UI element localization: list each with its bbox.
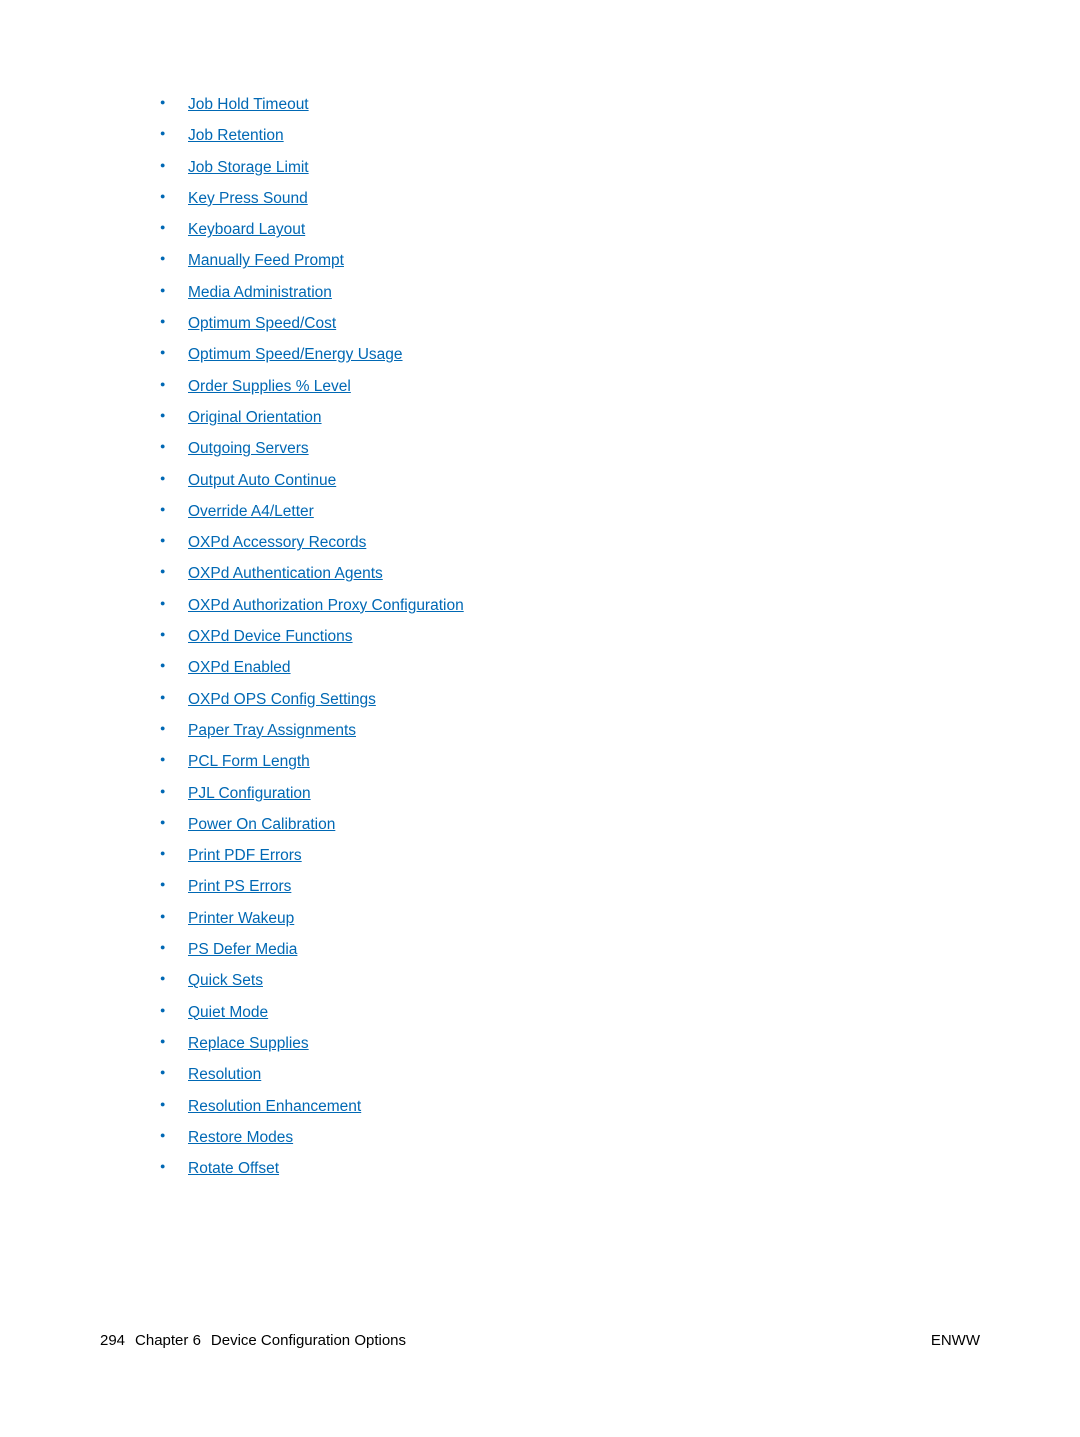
list-item: Keyboard Layout xyxy=(160,220,980,241)
list-item: OXPd Accessory Records xyxy=(160,533,980,554)
config-option-link[interactable]: Output Auto Continue xyxy=(188,472,336,489)
list-item: OXPd Authentication Agents xyxy=(160,564,980,585)
list-item: Job Retention xyxy=(160,126,980,147)
config-option-link[interactable]: Optimum Speed/Cost xyxy=(188,315,336,332)
list-item: Manually Feed Prompt xyxy=(160,251,980,272)
list-item: Restore Modes xyxy=(160,1128,980,1149)
page-number: 294 xyxy=(100,1332,125,1349)
config-option-link[interactable]: Restore Modes xyxy=(188,1129,293,1146)
list-item: Job Hold Timeout xyxy=(160,95,980,116)
list-item: OXPd OPS Config Settings xyxy=(160,690,980,711)
config-option-link[interactable]: Order Supplies % Level xyxy=(188,378,351,395)
config-option-link[interactable]: Override A4/Letter xyxy=(188,503,314,520)
chapter-title: Device Configuration Options xyxy=(211,1332,406,1349)
list-item: Optimum Speed/Cost xyxy=(160,314,980,335)
config-option-link[interactable]: Optimum Speed/Energy Usage xyxy=(188,346,403,363)
list-item: Replace Supplies xyxy=(160,1034,980,1055)
list-item: Resolution xyxy=(160,1065,980,1086)
config-option-link[interactable]: Print PS Errors xyxy=(188,878,291,895)
list-item: Paper Tray Assignments xyxy=(160,721,980,742)
list-item: Rotate Offset xyxy=(160,1159,980,1180)
config-option-link[interactable]: Outgoing Servers xyxy=(188,440,309,457)
config-option-link[interactable]: OXPd Accessory Records xyxy=(188,534,366,551)
config-option-link[interactable]: Key Press Sound xyxy=(188,190,308,207)
list-item: Power On Calibration xyxy=(160,815,980,836)
list-item: Print PDF Errors xyxy=(160,846,980,867)
config-option-link[interactable]: Keyboard Layout xyxy=(188,221,305,238)
config-option-link[interactable]: Manually Feed Prompt xyxy=(188,252,344,269)
list-item: Media Administration xyxy=(160,283,980,304)
config-option-link[interactable]: OXPd Authentication Agents xyxy=(188,565,383,582)
list-item: OXPd Enabled xyxy=(160,658,980,679)
config-option-link[interactable]: Resolution Enhancement xyxy=(188,1098,361,1115)
config-option-link[interactable]: Power On Calibration xyxy=(188,816,335,833)
footer-left: 294 Chapter 6 Device Configuration Optio… xyxy=(100,1332,406,1349)
list-item: PJL Configuration xyxy=(160,784,980,805)
list-item: Print PS Errors xyxy=(160,877,980,898)
list-item: OXPd Authorization Proxy Configuration xyxy=(160,596,980,617)
config-option-link[interactable]: Job Hold Timeout xyxy=(188,96,309,113)
config-option-link[interactable]: Print PDF Errors xyxy=(188,847,302,864)
config-option-link[interactable]: Paper Tray Assignments xyxy=(188,722,356,739)
config-option-link[interactable]: PJL Configuration xyxy=(188,785,311,802)
page-footer: 294 Chapter 6 Device Configuration Optio… xyxy=(100,1332,980,1349)
config-option-link[interactable]: Quiet Mode xyxy=(188,1004,268,1021)
list-item: Order Supplies % Level xyxy=(160,377,980,398)
config-option-link[interactable]: Rotate Offset xyxy=(188,1160,279,1177)
list-item: Quick Sets xyxy=(160,971,980,992)
list-item: Key Press Sound xyxy=(160,189,980,210)
config-option-link[interactable]: Quick Sets xyxy=(188,972,263,989)
footer-right: ENWW xyxy=(931,1332,980,1349)
config-option-link[interactable]: Job Retention xyxy=(188,127,284,144)
chapter-label: Chapter 6 xyxy=(135,1332,201,1349)
config-option-link[interactable]: Original Orientation xyxy=(188,409,322,426)
list-item: OXPd Device Functions xyxy=(160,627,980,648)
config-option-link[interactable]: PS Defer Media xyxy=(188,941,297,958)
config-option-link[interactable]: OXPd Authorization Proxy Configuration xyxy=(188,597,464,614)
list-item: Output Auto Continue xyxy=(160,471,980,492)
config-option-link[interactable]: OXPd Enabled xyxy=(188,659,291,676)
list-item: Job Storage Limit xyxy=(160,158,980,179)
list-item: Outgoing Servers xyxy=(160,439,980,460)
config-options-list: Job Hold Timeout Job Retention Job Storage… xyxy=(160,95,980,1180)
list-item: PS Defer Media xyxy=(160,940,980,961)
list-item: Quiet Mode xyxy=(160,1003,980,1024)
config-option-link[interactable]: Resolution xyxy=(188,1066,261,1083)
list-item: Optimum Speed/Energy Usage xyxy=(160,345,980,366)
config-option-link[interactable]: Printer Wakeup xyxy=(188,910,294,927)
list-item: PCL Form Length xyxy=(160,752,980,773)
list-item: Override A4/Letter xyxy=(160,502,980,523)
config-option-link[interactable]: Job Storage Limit xyxy=(188,159,309,176)
config-option-link[interactable]: PCL Form Length xyxy=(188,753,310,770)
list-item: Original Orientation xyxy=(160,408,980,429)
config-option-link[interactable]: OXPd OPS Config Settings xyxy=(188,691,376,708)
config-option-link[interactable]: OXPd Device Functions xyxy=(188,628,353,645)
config-option-link[interactable]: Media Administration xyxy=(188,284,332,301)
list-item: Resolution Enhancement xyxy=(160,1097,980,1118)
list-item: Printer Wakeup xyxy=(160,909,980,930)
config-option-link[interactable]: Replace Supplies xyxy=(188,1035,309,1052)
